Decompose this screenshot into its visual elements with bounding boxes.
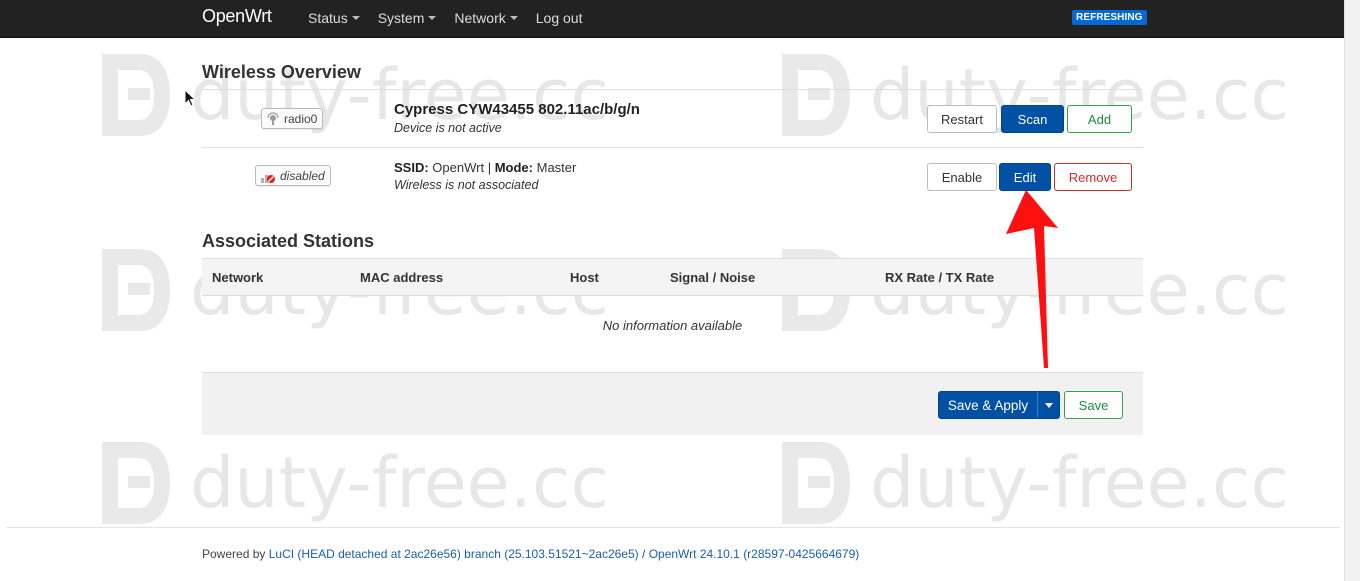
caret-down-icon — [509, 16, 518, 20]
device-status: Device is not active — [394, 121, 502, 135]
network-status-badge: disabled — [255, 165, 331, 186]
col-rx-tx-rate: RX Rate / TX Rate — [885, 270, 995, 285]
radio-badge: radio0 — [261, 108, 324, 129]
watermark-logo-icon — [102, 54, 170, 136]
chevron-down-icon — [1044, 402, 1053, 408]
menu-network[interactable]: Network — [454, 10, 518, 26]
watermark-text: duty-free.cc — [190, 442, 609, 524]
save-apply-dropdown-toggle[interactable] — [1037, 391, 1060, 419]
menu-logout[interactable]: Log out — [536, 10, 583, 26]
ssid-key: SSID: — [394, 160, 429, 175]
col-host: Host — [570, 270, 599, 285]
page-actions-bar: Save & Apply Save — [202, 372, 1143, 435]
add-network-button[interactable]: Add — [1067, 105, 1132, 133]
menu-status-label: Status — [308, 10, 348, 26]
luci-version-link[interactable]: LuCI (HEAD detached at 2ac26e56) branch … — [269, 547, 639, 561]
save-apply-button[interactable]: Save & Apply — [938, 391, 1038, 419]
refreshing-badge[interactable]: REFRESHING — [1072, 10, 1147, 25]
caret-down-icon — [351, 16, 360, 20]
mouse-cursor-icon — [184, 89, 196, 107]
footer-prefix: Powered by — [202, 547, 266, 561]
top-navbar: OpenWrt Status System Network Log out RE… — [0, 0, 1344, 38]
watermark: duty-free.cc — [780, 440, 1289, 526]
ssid-mode-line: SSID: OpenWrt | Mode: Master — [394, 160, 576, 175]
association-status: Wireless is not associated — [394, 178, 539, 192]
wifi-disabled-icon — [261, 174, 275, 183]
brand-logo[interactable]: OpenWrt — [202, 6, 272, 27]
watermark-logo-icon — [782, 442, 850, 524]
mode-value: Master — [536, 160, 577, 175]
menu-network-label: Network — [454, 10, 506, 26]
ssid-separator: | — [487, 160, 492, 175]
menu-status[interactable]: Status — [308, 10, 360, 26]
ssid-value: OpenWrt — [432, 160, 485, 175]
page-scrollbar[interactable] — [1344, 0, 1360, 581]
menu-system[interactable]: System — [378, 10, 437, 26]
wifi-radio-icon — [267, 111, 279, 125]
footer-divider — [6, 527, 1340, 528]
edit-button[interactable]: Edit — [999, 163, 1051, 191]
save-button[interactable]: Save — [1064, 391, 1123, 419]
radio-badge-label: radio0 — [284, 111, 318, 126]
menu-system-label: System — [377, 10, 425, 26]
watermark-logo-icon — [782, 54, 850, 136]
col-signal-noise: Signal / Noise — [670, 270, 756, 285]
annotation-arrow-icon — [1006, 190, 1058, 368]
divider — [202, 147, 1143, 148]
network-status-label: disabled — [280, 168, 325, 183]
divider — [202, 89, 1143, 90]
col-mac-address: MAC address — [360, 270, 444, 285]
wireless-overview-title: Wireless Overview — [202, 62, 361, 82]
device-name: Cypress CYW43455 802.11ac/b/g/n — [394, 101, 640, 118]
watermark-text: duty-free.cc — [870, 442, 1289, 524]
openwrt-version-link[interactable]: OpenWrt 24.10.1 (r28597-0425664679) — [649, 547, 860, 561]
watermark: duty-free.cc — [100, 440, 609, 526]
menu-logout-label: Log out — [535, 10, 583, 26]
main-menu: Status System Network Log out — [308, 10, 600, 26]
restart-button[interactable]: Restart — [927, 105, 997, 133]
caret-down-icon — [428, 16, 437, 20]
footer: Powered by LuCI (HEAD detached at 2ac26e… — [202, 547, 859, 561]
watermark-logo-icon — [102, 249, 170, 331]
enable-button[interactable]: Enable — [927, 163, 997, 191]
remove-button[interactable]: Remove — [1054, 163, 1132, 191]
scan-button[interactable]: Scan — [1001, 105, 1064, 133]
associated-stations-title: Associated Stations — [202, 231, 375, 251]
watermark-logo-icon — [102, 442, 170, 524]
mode-key: Mode: — [494, 160, 533, 175]
col-network: Network — [212, 270, 264, 285]
footer-separator: / — [642, 547, 646, 561]
